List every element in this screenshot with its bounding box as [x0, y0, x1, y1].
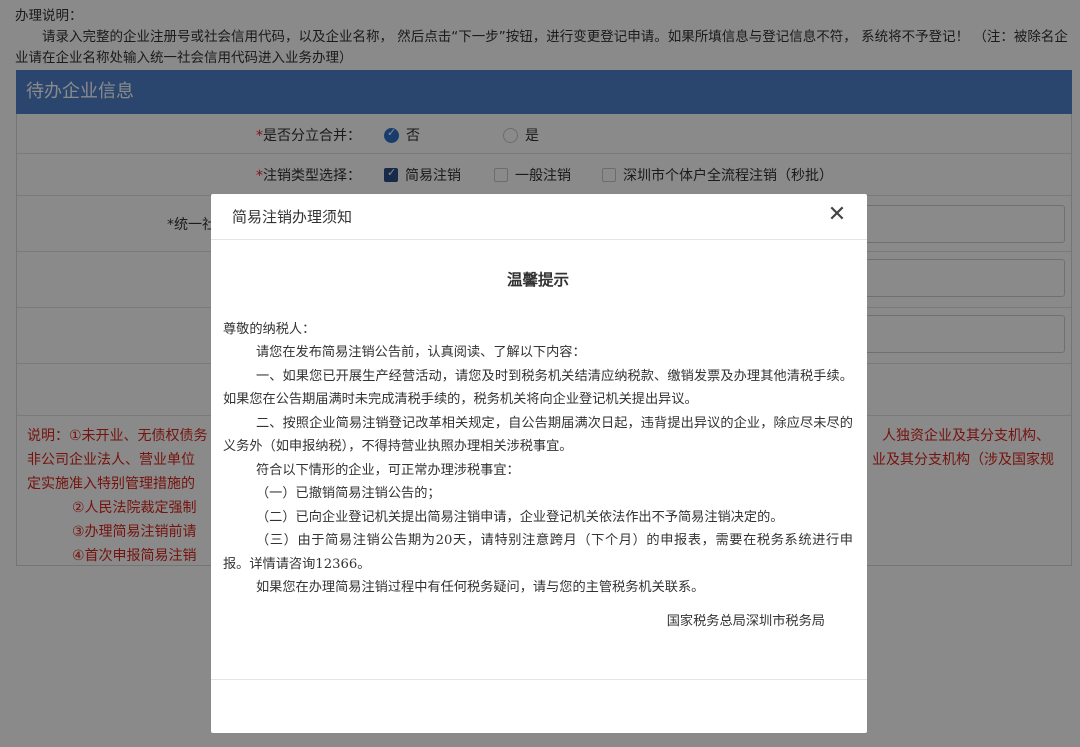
notice-paragraph: 请您在发布简易注销公告前，认真阅读、了解以下内容：: [256, 345, 586, 360]
notice-paragraph: （三）由于简易注销公告期为20天，请特别注意跨月（下个月）的申报表，需要在税务系…: [223, 533, 853, 572]
dialog-footer: [211, 680, 867, 733]
notice-paragraph: 一、如果您已开展生产经营活动，请您及时到税务机关结清应纳税款、缴销发票及办理其他…: [223, 368, 853, 408]
dialog-title: 简易注销办理须知: [232, 208, 353, 226]
notice-paragraph: 二、按照企业简易注销登记改革相关规定，自公告期届满次日起，违背提出异议的企业，除…: [223, 415, 853, 455]
notice-paragraph: （一）已撤销简易注销公告的；: [256, 486, 441, 501]
notice-signature: 国家税务总局深圳市税务局: [666, 613, 825, 629]
dialog-header: 简易注销办理须知 ✕: [211, 194, 867, 240]
notice-paragraph: 如果您在办理简易注销过程中有任何税务疑问，请与您的主管税务机关联系。: [256, 580, 705, 595]
notice-paragraph: 符合以下情形的企业，可正常办理涉税事宜：: [256, 462, 520, 478]
notice-heading: 温馨提示: [506, 270, 569, 289]
notice-greeting: 尊敬的纳税人：: [223, 321, 316, 337]
close-icon[interactable]: ✕: [825, 202, 849, 227]
simple-cancel-notice-dialog: 简易注销办理须知 ✕ 温馨提示 尊敬的纳税人： 请您在发布简易注销公告前，认真阅…: [211, 194, 867, 733]
dialog-body: 温馨提示 尊敬的纳税人： 请您在发布简易注销公告前，认真阅读、了解以下内容： 一…: [211, 240, 867, 680]
notice-paragraph: （二）已向企业登记机关提出简易注销申请，企业登记机关依法作出不予简易注销决定的。: [256, 509, 784, 525]
